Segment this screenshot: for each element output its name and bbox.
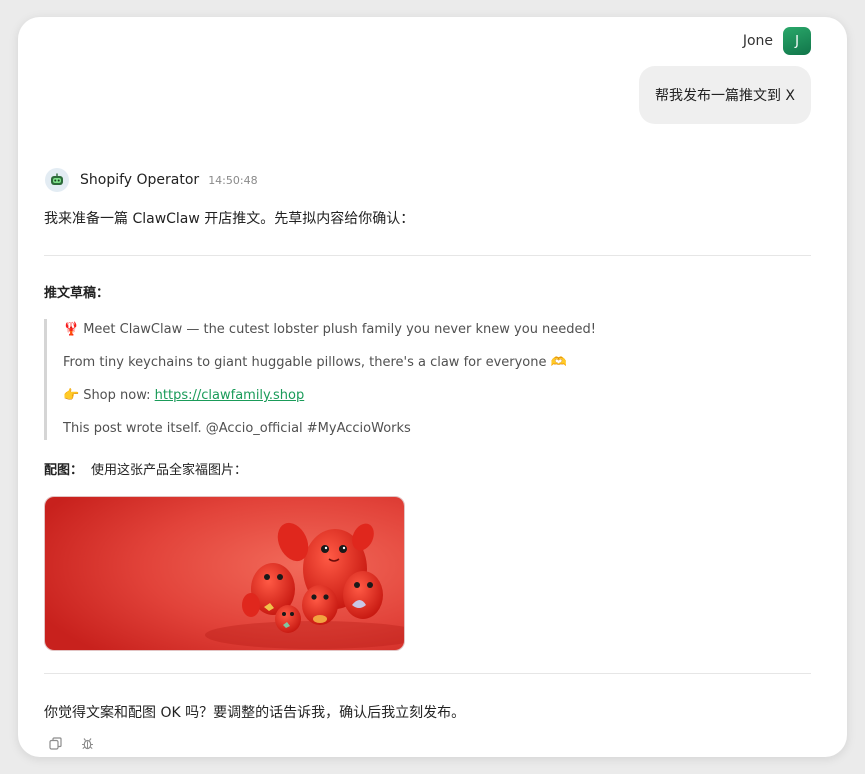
draft-line-1: 🦞 Meet ClawClaw — the cutest lobster plus… (63, 322, 596, 337)
shop-link[interactable]: https://clawfamily.shop (155, 388, 305, 403)
product-family-image[interactable] (44, 496, 405, 651)
draft-line-2: From tiny keychains to giant huggable pi… (63, 355, 571, 370)
user-header: Jone J (743, 27, 811, 55)
draft-line-4: This post wrote itself. @Accio_official … (63, 421, 411, 436)
image-caption-text: 使用这张产品全家福图片： (91, 463, 248, 478)
image-caption: 配图： 使用这张产品全家福图片： (44, 459, 247, 478)
user-message-bubble: 帮我发布一篇推文到 X (638, 66, 811, 124)
message-actions (48, 736, 94, 750)
user-name: Jone (742, 33, 773, 49)
copy-icon[interactable] (48, 736, 62, 750)
agent-closing-text: 你觉得文案和配图 OK 吗？要调整的话告诉我，确认后我立刻发布。 (44, 705, 466, 721)
chat-panel: Jone J 帮我发布一篇推文到 X Shopify Operator 14:5… (18, 17, 847, 757)
robot-icon (45, 168, 69, 192)
draft-line-2-text: From tiny keychains to giant huggable pi… (63, 355, 547, 370)
divider (44, 255, 811, 256)
draft-line-4-text: This post wrote itself. @Accio_official … (63, 421, 411, 436)
draft-line-3-prefix: Shop now: (83, 388, 155, 403)
image-label: 配图： (44, 463, 84, 478)
heart-hands-icon: 🫶 (550, 355, 567, 370)
agent-header: Shopify Operator 14:50:48 (45, 168, 258, 192)
agent-intro-text: 我来准备一篇 ClawClaw 开店推文。先草拟内容给你确认： (44, 211, 415, 227)
lobster-icon: 🦞 (63, 322, 80, 337)
draft-title: 推文草稿： (44, 286, 110, 301)
draft-line-3: 👉 Shop now: https://clawfamily.shop (63, 388, 304, 403)
divider (44, 673, 811, 674)
bug-icon[interactable] (80, 736, 94, 750)
agent-name: Shopify Operator (80, 172, 200, 188)
pointing-hand-icon: 👉 (63, 388, 80, 403)
message-timestamp: 14:50:48 (208, 173, 258, 187)
draft-line-1-text: Meet ClawClaw — the cutest lobster plush… (83, 322, 597, 337)
tweet-draft-quote: 🦞 Meet ClawClaw — the cutest lobster plus… (44, 319, 647, 440)
user-avatar: J (783, 27, 811, 55)
